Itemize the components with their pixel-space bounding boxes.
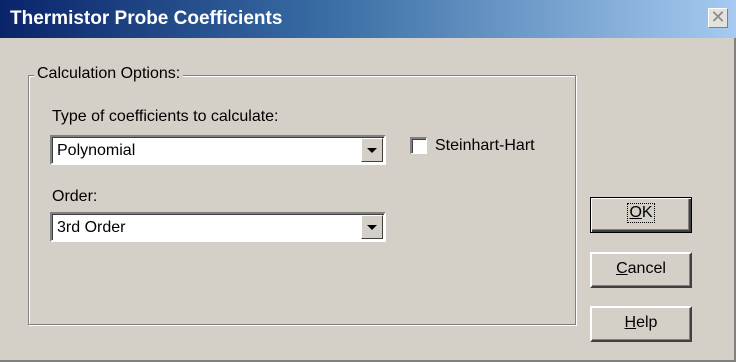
calculation-options-label: Calculation Options:	[34, 64, 184, 84]
steinhart-hart-checkbox[interactable]	[410, 137, 427, 154]
ok-button[interactable]: OK	[590, 197, 692, 233]
title-bar[interactable]: Thermistor Probe Coefficients ✕	[0, 0, 736, 38]
cancel-button[interactable]: Cancel	[590, 252, 692, 288]
order-label: Order:	[52, 188, 98, 205]
order-value: 3rd Order	[57, 219, 126, 236]
help-button[interactable]: Help	[590, 306, 692, 342]
chevron-down-icon[interactable]	[361, 215, 383, 239]
steinhart-hart-label[interactable]: Steinhart-Hart	[435, 136, 535, 156]
window-title: Thermistor Probe Coefficients	[10, 8, 283, 29]
close-icon: ✕	[710, 7, 726, 27]
order-dropdown[interactable]: 3rd Order	[50, 212, 386, 242]
coefficient-type-value: Polynomial	[57, 142, 136, 159]
chevron-down-icon[interactable]	[361, 138, 383, 162]
thermistor-probe-coefficients-dialog: Thermistor Probe Coefficients ✕ Calculat…	[0, 0, 736, 362]
close-button[interactable]: ✕	[708, 8, 728, 28]
ok-button-label: OK	[627, 203, 655, 223]
coefficient-type-dropdown[interactable]: Polynomial	[50, 135, 386, 165]
cancel-button-label: Cancel	[616, 260, 666, 277]
help-button-label: Help	[624, 314, 658, 331]
coefficient-type-label: Type of coefficients to calculate:	[52, 108, 279, 125]
